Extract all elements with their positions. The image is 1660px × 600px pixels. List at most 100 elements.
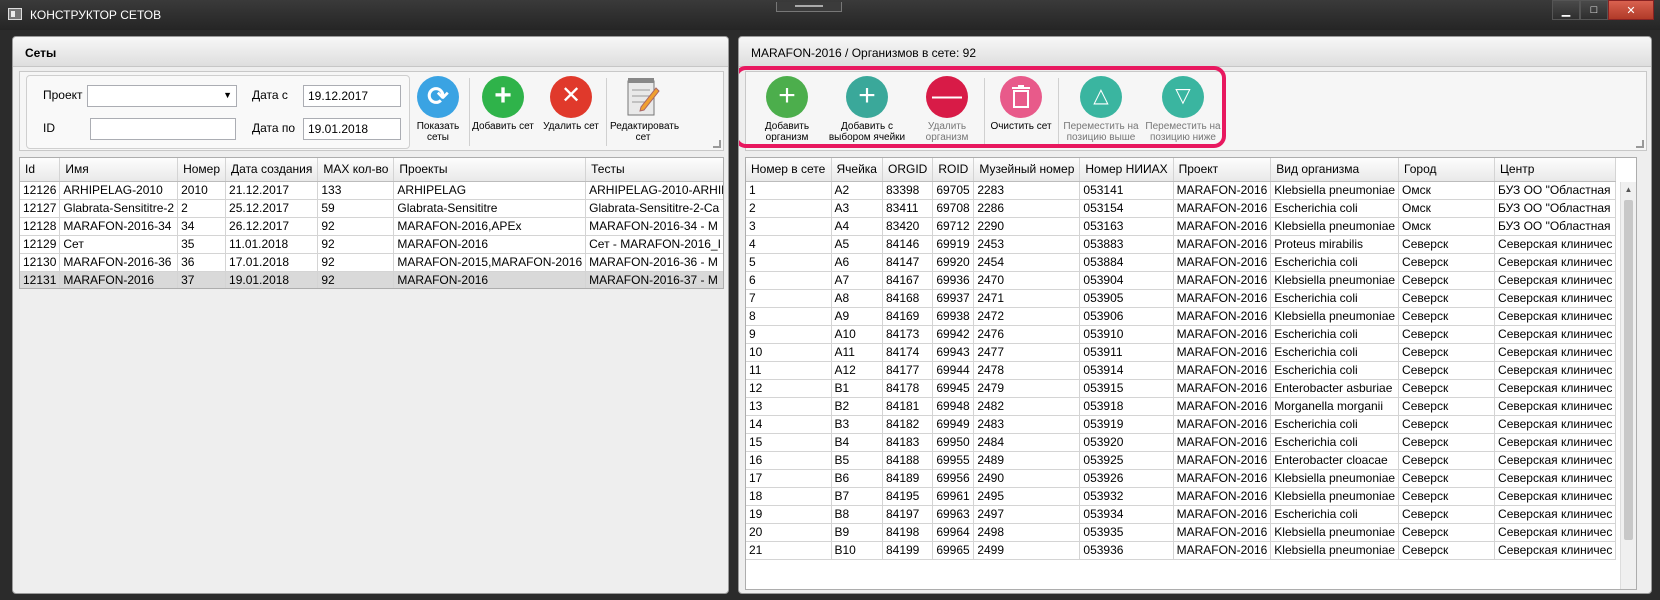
table-cell: 18 bbox=[746, 487, 832, 506]
table-cell: 84146 bbox=[882, 235, 934, 254]
table-cell: 053884 bbox=[1079, 253, 1174, 272]
table-row[interactable]: 18 B7 84195 69961 2495 053932 MARAFON-2016 Kleb… bbox=[746, 487, 1617, 506]
date-to-field[interactable]: 19.01.2018 bbox=[303, 118, 401, 140]
id-field[interactable] bbox=[90, 118, 236, 140]
maximize-button[interactable]: □ bbox=[1580, 0, 1608, 20]
delete-set-button[interactable]: ✕ Удалить сет bbox=[540, 76, 602, 132]
column-header-id[interactable]: Id bbox=[20, 158, 61, 182]
table-cell: Morganella morganii bbox=[1270, 397, 1400, 416]
add-set-button[interactable]: + Добавить сет bbox=[472, 76, 534, 132]
table-cell: B10 bbox=[831, 541, 883, 560]
table-row[interactable]: 13 B2 84181 69948 2482 053918 MARAFON-2016 Morg… bbox=[746, 397, 1617, 416]
table-row[interactable]: 12131 MARAFON-2016 37 19.01.2018 92 MARAFON-2… bbox=[20, 271, 723, 288]
table-cell: MARAFON-2016-34 bbox=[59, 217, 179, 236]
table-cell: 34 bbox=[177, 217, 227, 236]
table-row[interactable]: 3 A4 83420 69712 2290 053163 MARAFON-2016 Klebs… bbox=[746, 217, 1617, 236]
date-from-field[interactable]: 19.12.2017 bbox=[303, 85, 401, 107]
table-row[interactable]: 12130 MARAFON-2016-36 36 17.01.2018 92 MARAFO… bbox=[20, 253, 723, 272]
table-cell: 84177 bbox=[882, 361, 934, 380]
column-header-number[interactable]: Номер bbox=[177, 158, 227, 182]
table-row[interactable]: 15 B4 84183 69950 2484 053920 MARAFON-2016 Esch… bbox=[746, 433, 1617, 452]
table-cell: 053906 bbox=[1079, 307, 1174, 326]
table-cell: Северск bbox=[1398, 487, 1496, 506]
table-row[interactable]: 12 B1 84178 69945 2479 053915 MARAFON-2016 Ente… bbox=[746, 379, 1617, 398]
table-cell: Северская клиничес bbox=[1494, 469, 1617, 488]
scroll-up-arrow-icon[interactable]: ▲ bbox=[1621, 182, 1636, 198]
table-cell: 69961 bbox=[932, 487, 975, 506]
column-header-name[interactable]: Имя bbox=[59, 158, 179, 182]
table-row[interactable]: 1 A2 83398 69705 2283 053141 MARAFON-2016 Klebs… bbox=[746, 181, 1617, 200]
column-header-projects[interactable]: Проекты bbox=[393, 158, 587, 182]
table-cell: Klebsiella pneumoniae bbox=[1270, 271, 1400, 290]
drag-grip[interactable] bbox=[776, 2, 842, 12]
column-header-max[interactable]: MAX кол-во bbox=[317, 158, 395, 182]
table-cell: 13 bbox=[746, 397, 832, 416]
table-cell: MARAFON-2016,APEx bbox=[393, 217, 587, 236]
table-cell: 9 bbox=[746, 325, 832, 344]
column-header-species[interactable]: Вид организма bbox=[1270, 158, 1400, 182]
table-cell: A6 bbox=[831, 253, 883, 272]
table-cell: 69948 bbox=[932, 397, 975, 416]
column-header-project[interactable]: Проект bbox=[1173, 158, 1272, 182]
table-row[interactable]: 7 A8 84168 69937 2471 053905 MARAFON-2016 Esche… bbox=[746, 289, 1617, 308]
table-row[interactable]: 16 B5 84188 69955 2489 053925 MARAFON-2016 Ente… bbox=[746, 451, 1617, 470]
table-cell: Северск bbox=[1398, 235, 1496, 254]
column-header-cell[interactable]: Ячейка bbox=[831, 158, 883, 182]
table-cell: Escherichia coli bbox=[1270, 415, 1400, 434]
column-header-orgid[interactable]: ORGID bbox=[882, 158, 934, 182]
table-cell: 053935 bbox=[1079, 523, 1174, 542]
table-cell: Северская клиничес bbox=[1494, 379, 1617, 398]
table-cell: 4 bbox=[746, 235, 832, 254]
table-row[interactable]: 20 B9 84198 69964 2498 053935 MARAFON-2016 Kleb… bbox=[746, 523, 1617, 542]
column-header-museum-number[interactable]: Музейный номер bbox=[973, 158, 1081, 182]
table-row[interactable]: 5 A6 84147 69920 2454 053884 MARAFON-2016 Esche… bbox=[746, 253, 1617, 272]
column-header-tests[interactable]: Тесты bbox=[585, 158, 723, 182]
column-header-roid[interactable]: ROID bbox=[932, 158, 975, 182]
table-cell: Klebsiella pneumoniae bbox=[1270, 307, 1400, 326]
table-row[interactable]: 12128 MARAFON-2016-34 34 26.12.2017 92 MARAFO… bbox=[20, 217, 723, 236]
vertical-scrollbar[interactable]: ▲ bbox=[1620, 182, 1636, 589]
table-cell: 69965 bbox=[932, 541, 975, 560]
table-cell: 84182 bbox=[882, 415, 934, 434]
table-row[interactable]: 4 A5 84146 69919 2453 053883 MARAFON-2016 Prote… bbox=[746, 235, 1617, 254]
edit-set-label: Редактировать сет bbox=[610, 121, 680, 143]
table-cell: 37 bbox=[177, 271, 227, 288]
table-cell: Омск bbox=[1398, 181, 1496, 200]
resize-grip[interactable] bbox=[1636, 140, 1644, 148]
table-cell: 84198 bbox=[882, 523, 934, 542]
column-header-city[interactable]: Город bbox=[1398, 158, 1496, 182]
edit-set-button[interactable]: Редактировать сет bbox=[610, 76, 680, 143]
table-row[interactable]: 2 A3 83411 69708 2286 053154 MARAFON-2016 Esche… bbox=[746, 199, 1617, 218]
table-cell: MARAFON-2016 bbox=[1173, 433, 1272, 452]
table-row[interactable]: 11 A12 84177 69944 2478 053914 MARAFON-2016 Esc… bbox=[746, 361, 1617, 380]
table-row[interactable]: 6 A7 84167 69936 2470 053904 MARAFON-2016 Klebs… bbox=[746, 271, 1617, 290]
table-row[interactable]: 10 A11 84174 69943 2477 053911 MARAFON-2016 Esc… bbox=[746, 343, 1617, 362]
minimize-button[interactable]: ▁ bbox=[1552, 0, 1580, 20]
column-header-created[interactable]: Дата создания bbox=[225, 158, 319, 182]
table-cell: 17.01.2018 bbox=[225, 253, 319, 272]
column-header-position[interactable]: Номер в сете bbox=[746, 158, 832, 182]
table-row[interactable]: 12126 ARHIPELAG-2010 2010 21.12.2017 133 ARHI… bbox=[20, 181, 723, 200]
column-header-center[interactable]: Центр bbox=[1494, 158, 1617, 182]
table-cell: 17 bbox=[746, 469, 832, 488]
table-row[interactable]: 21 B10 84199 69965 2499 053936 MARAFON-2016 Kle… bbox=[746, 541, 1617, 560]
resize-grip[interactable] bbox=[713, 140, 721, 148]
close-button[interactable]: ✕ bbox=[1608, 0, 1654, 20]
table-row[interactable]: 9 A10 84173 69942 2476 053910 MARAFON-2016 Esch… bbox=[746, 325, 1617, 344]
table-cell: 053910 bbox=[1079, 325, 1174, 344]
table-cell: 3 bbox=[746, 217, 832, 236]
table-row[interactable]: 12127 Glabrata-Sensititre-2 2 25.12.2017 59 G… bbox=[20, 199, 723, 218]
table-row[interactable]: 17 B6 84189 69956 2490 053926 MARAFON-2016 Kleb… bbox=[746, 469, 1617, 488]
table-row[interactable]: 19 B8 84197 69963 2497 053934 MARAFON-2016 Esch… bbox=[746, 505, 1617, 524]
project-select[interactable]: ▼ bbox=[87, 85, 237, 107]
table-row[interactable]: 14 B3 84182 69949 2483 053919 MARAFON-2016 Esch… bbox=[746, 415, 1617, 434]
table-cell: 83411 bbox=[882, 199, 934, 218]
table-row[interactable]: 12129 Сет 35 11.01.2018 92 MARAFON-2016 Сет - … bbox=[20, 235, 723, 254]
column-header-niiah-number[interactable]: Номер НИИАХ bbox=[1079, 158, 1174, 182]
table-cell: 69950 bbox=[932, 433, 975, 452]
scroll-thumb[interactable] bbox=[1624, 200, 1633, 540]
table-cell: Северская клиничес bbox=[1494, 253, 1617, 272]
show-sets-button[interactable]: ⟳ Показать сеты bbox=[412, 76, 464, 143]
table-cell: 12 bbox=[746, 379, 832, 398]
table-row[interactable]: 8 A9 84169 69938 2472 053906 MARAFON-2016 Klebs… bbox=[746, 307, 1617, 326]
